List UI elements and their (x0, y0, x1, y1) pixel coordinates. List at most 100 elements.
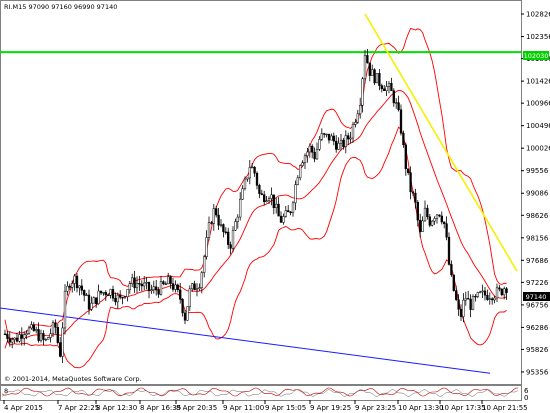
candle-body (219, 224, 223, 226)
oscillator-frame (0, 385, 522, 401)
candle-body (452, 274, 455, 291)
candle-body (421, 220, 424, 232)
x-tick-label: 9 Apr 19:25 (310, 404, 351, 412)
y-tick-label: 95826 (526, 346, 549, 354)
candle-body (392, 90, 395, 104)
candle-body (428, 216, 431, 226)
candle-body (251, 166, 254, 169)
candle-body (368, 62, 371, 76)
candle-body (87, 294, 91, 310)
y-tick-label: 96286 (526, 324, 549, 332)
candle-body (37, 329, 40, 341)
candle-body (205, 237, 208, 257)
candle-body (481, 290, 484, 293)
candle-body (229, 244, 232, 249)
y-tick-label: 96756 (526, 301, 549, 309)
candle-body (279, 215, 283, 223)
y-tick-label: 99556 (526, 167, 549, 175)
candle-body (78, 285, 81, 289)
candle-body (169, 276, 172, 284)
time-axis: 4 Apr 2015 7 Apr 22:258 Apr 12:30 8 Apr 16… (3, 400, 528, 412)
candle-body (371, 69, 374, 76)
x-tick-label: 10 Apr 21:55 (482, 404, 528, 412)
candle-body (265, 200, 268, 203)
candle-body (380, 85, 383, 90)
candle-body (479, 291, 482, 293)
price-chart[interactable]: 1028261023561018961014261009661004961000… (0, 0, 550, 413)
candle-body (198, 287, 201, 289)
candle-body (114, 297, 117, 303)
level-price-tag: 102030 (523, 51, 549, 60)
candle-body (263, 194, 266, 203)
x-tick-label: 9 Apr 11:00 (223, 404, 264, 412)
x-tick-label: 10 Apr 17:35 (440, 404, 486, 412)
chart-window[interactable]: 1028261023561018961014261009661004961000… (0, 0, 550, 413)
y-tick-label: 102356 (526, 33, 550, 41)
candle-body (6, 333, 9, 339)
candle-body (11, 339, 14, 343)
candle-body (503, 288, 506, 296)
candle-body (35, 329, 38, 331)
candle-body (200, 272, 203, 288)
candle-body (275, 203, 278, 209)
candle-body (73, 275, 76, 284)
candle-body (433, 218, 436, 222)
y-tick-label: 98626 (526, 212, 549, 220)
candle-body (51, 322, 55, 334)
candle-body (500, 288, 503, 296)
candle-body (325, 133, 328, 136)
candle-body (464, 298, 467, 301)
candle-body (20, 334, 23, 339)
candle-body (239, 198, 242, 218)
candle-body (294, 184, 297, 204)
candle-body (491, 298, 494, 301)
candle-body (207, 222, 211, 238)
candle-body (241, 188, 244, 200)
candle-body (63, 290, 67, 329)
candle-body (445, 223, 448, 238)
candle-body (435, 214, 439, 219)
candle-body (459, 308, 463, 317)
candle-body (119, 294, 122, 298)
copyright-notice: © 2001-2014, MetaQuotes Software Corp. (4, 375, 142, 383)
y-tick-label: 100026 (526, 145, 550, 153)
candle-body (486, 294, 489, 300)
x-tick-label: 8 Apr 20:35 (176, 404, 217, 412)
candle-body (128, 283, 131, 290)
x-tick-label: 8 Apr 12:30 (96, 404, 137, 412)
svg-text:102030: 102030 (524, 52, 549, 60)
candle-body (164, 283, 167, 285)
candle-body (291, 202, 295, 214)
candle-body (227, 231, 230, 245)
candle-body (323, 133, 326, 135)
candle-body (457, 299, 460, 310)
candle-body (373, 69, 376, 84)
candle-body (95, 297, 98, 304)
svg-text:97140: 97140 (526, 293, 547, 301)
candle-body (467, 298, 470, 300)
candle-body (193, 283, 196, 291)
y-tick-label: 100966 (526, 100, 550, 108)
candle-body (111, 289, 115, 299)
candle-body (66, 285, 69, 292)
candle-body (75, 275, 79, 289)
candle-body (236, 216, 239, 222)
candle-body (414, 192, 417, 203)
candle-body (123, 296, 127, 298)
candle-body (349, 137, 352, 140)
candle-body (270, 194, 273, 199)
candle-body (282, 216, 285, 223)
candle-body (44, 338, 47, 341)
candle-body (308, 145, 311, 153)
x-tick-label: 8 Apr 16:35 (140, 404, 181, 412)
candle-body (327, 133, 331, 141)
candle-body (159, 281, 163, 295)
candle-body (299, 165, 302, 179)
candle-body (498, 287, 501, 290)
candle-body (493, 297, 496, 301)
candle-body (359, 105, 362, 115)
candle-body (255, 172, 259, 186)
candle-body (234, 221, 237, 231)
candle-body (397, 102, 400, 110)
candle-body (277, 203, 280, 217)
